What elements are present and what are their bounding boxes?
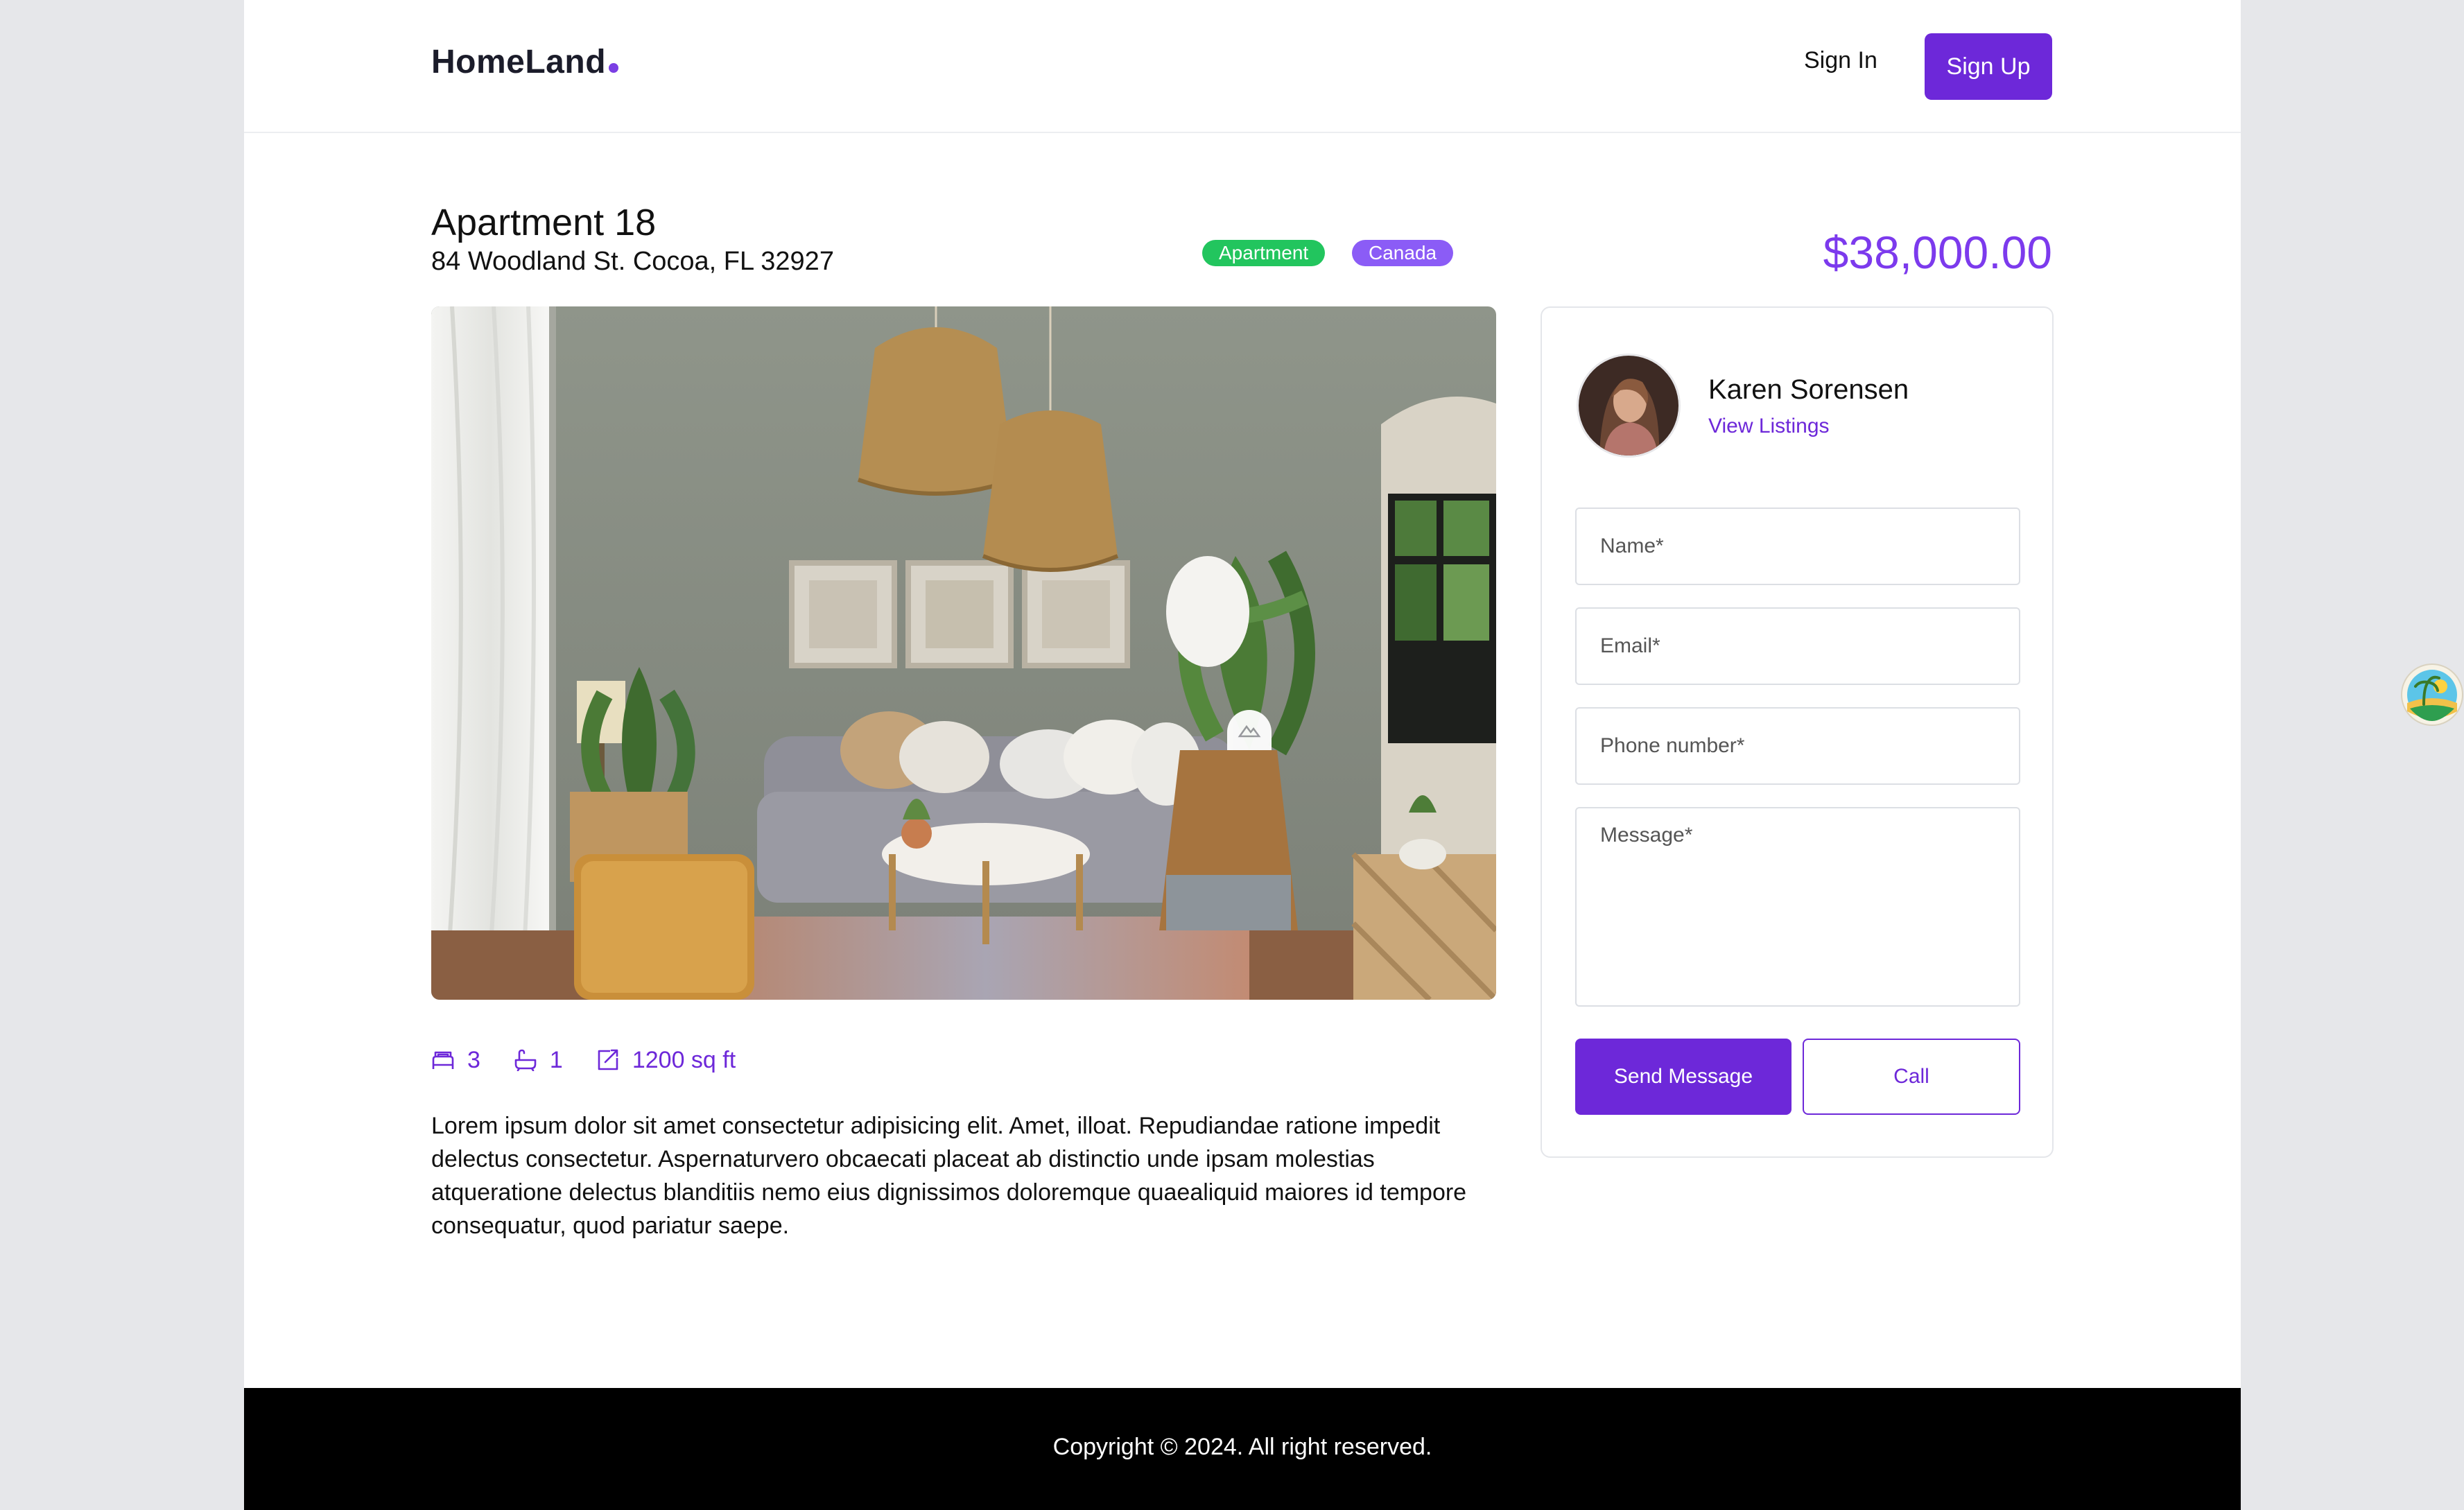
- feature-area: 1200 sq ft: [596, 1047, 736, 1074]
- agent-avatar[interactable]: [1577, 354, 1681, 458]
- agent-name: Karen Sorensen: [1708, 374, 1909, 405]
- listing-description: Lorem ipsum dolor sit amet consectetur a…: [431, 1113, 1467, 1239]
- logo[interactable]: HomeLand: [431, 43, 619, 81]
- listing-photo: [431, 306, 1496, 1000]
- listing-features: 3 1 1200 sq ft: [431, 1044, 769, 1076]
- feature-beds: 3: [431, 1047, 480, 1074]
- agent-portrait: [1579, 356, 1678, 455]
- bathtub-icon: [514, 1049, 537, 1071]
- listing-address: 84 Woodland St. Cocoa, FL 32927: [431, 247, 834, 276]
- email-field[interactable]: [1575, 607, 2020, 685]
- sign-up-button[interactable]: Sign Up: [1925, 33, 2052, 100]
- agent-contact-card: Karen Sorensen View Listings Send Messag…: [1541, 306, 2054, 1158]
- logo-text[interactable]: HomeLand: [431, 44, 606, 80]
- bed-icon: [432, 1051, 454, 1069]
- copyright-text: Copyright © 2024. All right reserved.: [1052, 1434, 1432, 1460]
- view-listings-link[interactable]: View Listings: [1708, 415, 1830, 438]
- beds-count: 3: [467, 1046, 480, 1073]
- send-message-button[interactable]: Send Message: [1575, 1039, 1791, 1115]
- logo-dot: [609, 63, 619, 73]
- listing-title: Apartment 18: [431, 202, 657, 243]
- baths-count: 1: [549, 1046, 563, 1073]
- name-field[interactable]: [1575, 507, 2020, 585]
- site-footer: Copyright © 2024. All right reserved.: [244, 1388, 2241, 1510]
- living-room-illustration: [431, 306, 1496, 1000]
- feature-baths: 1: [514, 1047, 563, 1074]
- tag-property-type: Apartment: [1202, 240, 1326, 266]
- floating-extension-icon[interactable]: [2400, 663, 2464, 727]
- area-icon: [598, 1049, 618, 1070]
- site-header: HomeLand Sign In Sign Up: [244, 0, 2241, 133]
- image-watermark-icon: [1227, 710, 1272, 750]
- phone-field[interactable]: [1575, 707, 2020, 785]
- page: HomeLand Sign In Sign Up Apartment 18 84…: [244, 0, 2241, 1510]
- message-field[interactable]: [1575, 807, 2020, 1007]
- area-size: 1200 sq ft: [632, 1046, 736, 1073]
- sign-in-link[interactable]: Sign In: [1804, 47, 1877, 74]
- listing-price: $38,000.00: [1823, 227, 2052, 278]
- tag-country: Canada: [1352, 240, 1454, 266]
- call-button[interactable]: Call: [1803, 1039, 2020, 1115]
